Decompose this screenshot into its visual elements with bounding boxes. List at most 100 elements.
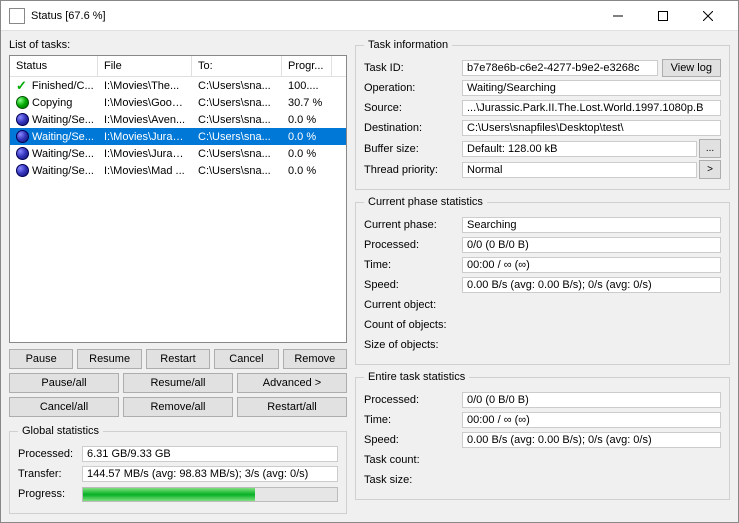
resume-all-button[interactable]: Resume/all	[123, 373, 233, 393]
status-text: Finished/C...	[32, 80, 94, 92]
col-file[interactable]: File	[98, 56, 192, 76]
entire-processed-label: Processed:	[364, 394, 462, 406]
status-text: Waiting/Se...	[32, 165, 94, 177]
status-text: Waiting/Se...	[32, 148, 94, 160]
task-list[interactable]: Status File To: Progr... ✓ Finished/C... I…	[9, 55, 347, 343]
operation-value: Waiting/Searching	[462, 80, 721, 96]
current-phase-value: Searching	[462, 217, 721, 233]
remove-button[interactable]: Remove	[283, 349, 347, 369]
file-cell: I:\Movies\Aven...	[98, 113, 192, 127]
task-id-value: b7e78e6b-c6e2-4277-b9e2-e3268c	[462, 60, 658, 76]
entire-task-title: Entire task statistics	[364, 371, 469, 383]
size-objects-label: Size of objects:	[364, 339, 462, 351]
global-processed-value: 6.31 GB/9.33 GB	[82, 446, 338, 462]
cancel-button[interactable]: Cancel	[214, 349, 278, 369]
table-row[interactable]: Waiting/Se... I:\Movies\Aven...C:\Users\s…	[10, 111, 346, 128]
phase-processed-label: Processed:	[364, 239, 462, 251]
status-text: Waiting/Se...	[32, 114, 94, 126]
phase-speed-value: 0.00 B/s (avg: 0.00 B/s); 0/s (avg: 0/s)	[462, 277, 721, 293]
global-progress-label: Progress:	[18, 488, 82, 500]
global-transfer-value: 144.57 MB/s (avg: 98.83 MB/s); 3/s (avg:…	[82, 466, 338, 482]
table-row[interactable]: Waiting/Se... I:\Movies\Mad ...C:\Users\s…	[10, 162, 346, 179]
close-button[interactable]	[685, 2, 730, 30]
progress-cell: 100....	[282, 79, 332, 93]
current-phase-label: Current phase:	[364, 219, 462, 231]
source-value: ...\Jurassic.Park.II.The.Lost.World.1997…	[462, 100, 721, 116]
table-row[interactable]: Copying I:\Movies\Goos...C:\Users\sna...3…	[10, 94, 346, 111]
status-text: Copying	[32, 97, 72, 109]
progress-cell: 0.0 %	[282, 130, 332, 144]
table-row[interactable]: Waiting/Se... I:\Movies\Juras...C:\Users\…	[10, 145, 346, 162]
phase-speed-label: Speed:	[364, 279, 462, 291]
task-information-title: Task information	[364, 39, 452, 51]
entire-speed-value: 0.00 B/s (avg: 0.00 B/s); 0/s (avg: 0/s)	[462, 432, 721, 448]
restart-button[interactable]: Restart	[146, 349, 210, 369]
global-progress-bar	[82, 487, 338, 502]
pause-all-button[interactable]: Pause/all	[9, 373, 119, 393]
source-label: Source:	[364, 102, 462, 114]
table-row[interactable]: Waiting/Se... I:\Movies\Juras...C:\Users\…	[10, 128, 346, 145]
thread-priority-label: Thread priority:	[364, 164, 462, 176]
progress-cell: 0.0 %	[282, 147, 332, 161]
advanced-button[interactable]: Advanced >	[237, 373, 347, 393]
phase-processed-value: 0/0 (0 B/0 B)	[462, 237, 721, 253]
count-objects-label: Count of objects:	[364, 319, 462, 331]
phase-time-label: Time:	[364, 259, 462, 271]
progress-cell: 0.0 %	[282, 113, 332, 127]
status-icon	[16, 96, 29, 109]
restart-all-button[interactable]: Restart/all	[237, 397, 347, 417]
current-phase-title: Current phase statistics	[364, 196, 487, 208]
global-transfer-label: Transfer:	[18, 468, 82, 480]
app-icon	[9, 8, 25, 24]
window-title: Status [67.6 %]	[31, 10, 595, 22]
global-processed-label: Processed:	[18, 448, 82, 460]
current-object-label: Current object:	[364, 299, 462, 311]
check-icon: ✓	[16, 78, 27, 94]
file-cell: I:\Movies\Juras...	[98, 147, 192, 161]
view-log-button[interactable]: View log	[662, 59, 721, 77]
to-cell: C:\Users\sna...	[192, 164, 282, 178]
table-row[interactable]: ✓ Finished/C... I:\Movies\The...C:\Users\s…	[10, 77, 346, 94]
to-cell: C:\Users\sna...	[192, 130, 282, 144]
to-cell: C:\Users\sna...	[192, 96, 282, 110]
to-cell: C:\Users\sna...	[192, 147, 282, 161]
col-status[interactable]: Status	[10, 56, 98, 76]
status-icon	[16, 164, 29, 177]
pause-button[interactable]: Pause	[9, 349, 73, 369]
remove-all-button[interactable]: Remove/all	[123, 397, 233, 417]
to-cell: C:\Users\sna...	[192, 79, 282, 93]
entire-processed-value: 0/0 (0 B/0 B)	[462, 392, 721, 408]
to-cell: C:\Users\sna...	[192, 113, 282, 127]
destination-label: Destination:	[364, 122, 462, 134]
file-cell: I:\Movies\The...	[98, 79, 192, 93]
task-count-label: Task count:	[364, 454, 462, 466]
file-cell: I:\Movies\Juras...	[98, 130, 192, 144]
phase-time-value: 00:00 / ∞ (∞)	[462, 257, 721, 273]
col-prog[interactable]: Progr...	[282, 56, 332, 76]
resume-button[interactable]: Resume	[77, 349, 141, 369]
task-list-header: Status File To: Progr...	[10, 56, 346, 77]
maximize-button[interactable]	[640, 2, 685, 30]
buffer-browse-button[interactable]: ...	[699, 139, 721, 158]
minimize-button[interactable]	[595, 2, 640, 30]
status-icon	[16, 147, 29, 160]
current-phase-group: Current phase statistics Current phase:S…	[355, 196, 730, 365]
entire-time-value: 00:00 / ∞ (∞)	[462, 412, 721, 428]
destination-value: C:\Users\snapfiles\Desktop\test\	[462, 120, 721, 136]
status-icon	[16, 113, 29, 126]
status-icon	[16, 130, 29, 143]
task-size-label: Task size:	[364, 474, 462, 486]
col-to[interactable]: To:	[192, 56, 282, 76]
progress-cell: 30.7 %	[282, 96, 332, 110]
file-cell: I:\Movies\Goos...	[98, 96, 192, 110]
status-text: Waiting/Se...	[32, 131, 94, 143]
global-statistics-group: Global statistics Processed: 6.31 GB/9.3…	[9, 425, 347, 514]
global-statistics-title: Global statistics	[18, 425, 103, 437]
cancel-all-button[interactable]: Cancel/all	[9, 397, 119, 417]
buffer-size-value: Default: 128.00 kB	[462, 141, 697, 157]
thread-priority-button[interactable]: >	[699, 160, 721, 179]
list-of-tasks-label: List of tasks:	[9, 39, 347, 51]
file-cell: I:\Movies\Mad ...	[98, 164, 192, 178]
task-id-label: Task ID:	[364, 62, 462, 74]
operation-label: Operation:	[364, 82, 462, 94]
